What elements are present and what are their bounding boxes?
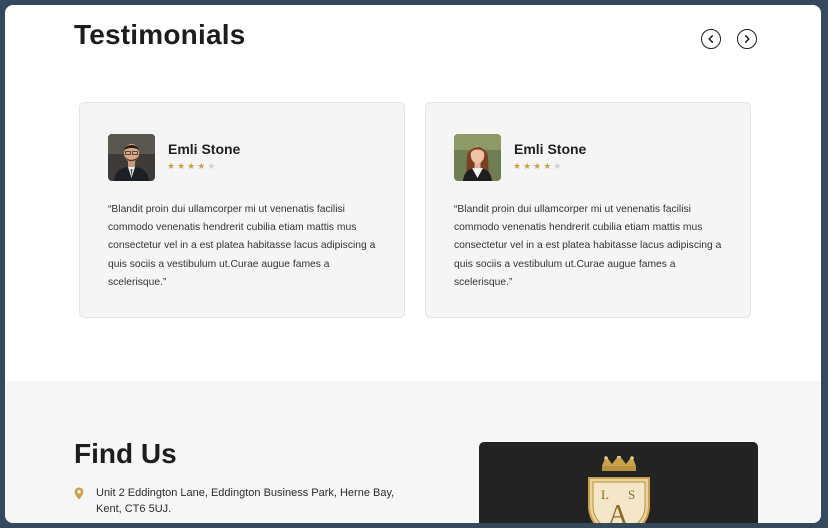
star-icon: ★ bbox=[553, 161, 562, 171]
star-icon: ★ bbox=[523, 161, 532, 171]
star-icon: ★ bbox=[197, 161, 206, 171]
avatar bbox=[108, 134, 155, 181]
star-icon: ★ bbox=[177, 161, 186, 171]
star-icon: ★ bbox=[543, 161, 552, 171]
testimonial-card: Emli Stone ★ ★ ★ ★ ★ “Blandit proin dui ulla… bbox=[79, 102, 405, 318]
star-icon: ★ bbox=[533, 161, 542, 171]
carousel-next-button[interactable] bbox=[737, 29, 757, 49]
page: Testimonials Emli Stone ★ ★ ★ ★ ★ “Bland… bbox=[5, 5, 821, 523]
star-icon: ★ bbox=[513, 161, 522, 171]
chevron-left-icon bbox=[708, 35, 714, 43]
star-icon: ★ bbox=[167, 161, 176, 171]
logo-letter-a: A bbox=[608, 500, 629, 523]
testimonial-quote: “Blandit proin dui ullamcorper mi ut ven… bbox=[454, 204, 722, 288]
testimonial-quote: “Blandit proin dui ullamcorper mi ut ven… bbox=[108, 204, 376, 288]
avatar bbox=[454, 134, 501, 181]
reviewer-name: Emli Stone bbox=[168, 141, 241, 157]
find-us-section: Find Us Unit 2 Eddington Lane, Eddington… bbox=[5, 381, 821, 523]
company-logo: L S A bbox=[479, 442, 758, 523]
testimonial-card: Emli Stone ★ ★ ★ ★ ★ “Blandit proin dui ulla… bbox=[425, 102, 751, 318]
carousel-prev-button[interactable] bbox=[701, 29, 721, 49]
star-icon: ★ bbox=[207, 161, 216, 171]
crest-logo: L S A bbox=[588, 456, 650, 523]
star-rating: ★ ★ ★ ★ ★ bbox=[167, 161, 215, 171]
find-us-title: Find Us bbox=[74, 438, 177, 469]
star-rating: ★ ★ ★ ★ ★ bbox=[513, 161, 561, 171]
testimonials-title: Testimonials bbox=[74, 19, 246, 50]
address-text: Unit 2 Eddington Lane, Eddington Busines… bbox=[96, 487, 395, 515]
reviewer-name: Emli Stone bbox=[514, 141, 587, 157]
chevron-right-icon bbox=[744, 35, 750, 43]
map-pin-icon bbox=[74, 487, 84, 500]
logo-letter-s: S bbox=[628, 487, 635, 502]
star-icon: ★ bbox=[187, 161, 196, 171]
